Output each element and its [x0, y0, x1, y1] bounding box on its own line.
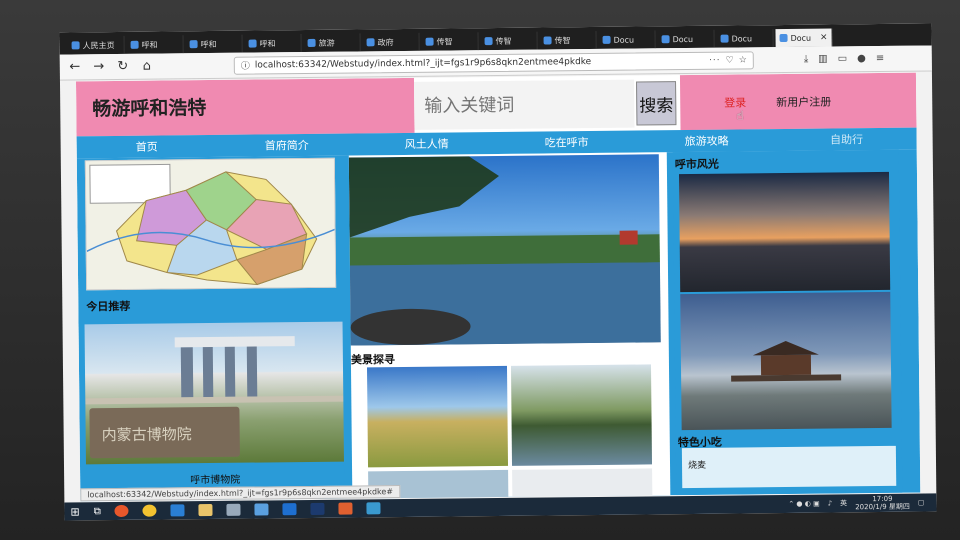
tab-active[interactable]: Docu × — [775, 28, 833, 48]
mail-icon[interactable] — [254, 503, 269, 516]
content-area: 今日推荐 内蒙古博物院 呼市博物院 美景探寻 呼市风光 特色小吃 烧麦 — [76, 149, 921, 502]
page-actions-icon[interactable]: ··· — [709, 55, 721, 65]
file-explorer-icon[interactable] — [198, 503, 213, 517]
page-icon — [543, 36, 552, 45]
account-area: 登录 新用户注册 — [679, 72, 917, 131]
clock-date: 2020/1/9 星期四 — [855, 502, 910, 512]
account-icon[interactable]: ● — [857, 53, 866, 64]
page-icon — [720, 34, 729, 43]
page-icon — [189, 40, 198, 49]
page-icon — [779, 33, 788, 43]
toolbar-right: ⤓ ▥ ▭ ● ≡ — [804, 53, 885, 65]
page-icon — [425, 37, 434, 46]
tab-5[interactable]: 政府 — [362, 32, 420, 52]
url-text: localhost:63342/Webstudy/index.html?_ijt… — [254, 56, 592, 71]
scenery-title: 美景探寻 — [350, 353, 395, 367]
firefox-icon[interactable] — [114, 504, 129, 518]
tab-6[interactable]: 传智 — [421, 32, 479, 51]
menu-item-intro[interactable]: 首府简介 — [217, 136, 357, 153]
forward-icon[interactable]: → — [92, 59, 106, 74]
notification-icon[interactable]: ▢ — [918, 499, 925, 507]
tab-4[interactable]: 旅游 — [303, 33, 361, 53]
app-icon-2[interactable] — [366, 502, 381, 515]
search-input[interactable] — [414, 79, 635, 130]
tab-10[interactable]: Docu — [657, 29, 715, 49]
pavilion-image[interactable] — [680, 291, 892, 431]
tab-2[interactable]: 呼和 — [185, 34, 243, 54]
screen: 人民主页 呼和 呼和 呼和 旅游 政府 传智 传智 传智 Docu Docu D… — [59, 23, 937, 521]
tab-11[interactable]: Docu — [716, 29, 774, 48]
tab-9[interactable]: Docu — [598, 30, 656, 49]
lake-image[interactable] — [348, 154, 661, 346]
page-icon — [307, 38, 316, 47]
museum-image[interactable]: 内蒙古博物院 — [84, 321, 344, 465]
info-icon[interactable]: ⓘ — [241, 59, 250, 72]
clock[interactable]: 17:09 2020/1/9 星期四 — [855, 495, 910, 512]
menu-item-guide[interactable]: 旅游攻略 — [637, 132, 777, 149]
tab-1[interactable]: 呼和 — [126, 35, 184, 54]
scenery-image-4[interactable] — [512, 468, 653, 500]
snack-item[interactable]: 烧麦 — [688, 458, 706, 471]
back-icon[interactable]: ← — [68, 59, 82, 74]
hand-cursor-icon: ☝ — [736, 108, 744, 123]
middle-column: 美景探寻 — [348, 152, 671, 502]
page-icon — [366, 38, 375, 47]
menu-item-home[interactable]: 首页 — [77, 138, 217, 155]
close-tab-icon[interactable]: × — [820, 33, 828, 43]
task-view-icon[interactable]: ⧉ — [94, 506, 101, 517]
menu-item-customs[interactable]: 风土人情 — [357, 135, 497, 152]
sidebar-icon[interactable]: ▭ — [838, 53, 848, 64]
library-icon[interactable]: ▥ — [818, 54, 828, 65]
page-icon — [71, 41, 80, 50]
tab-0[interactable]: 人民主页 — [67, 35, 125, 55]
reload-icon[interactable]: ↻ — [116, 59, 130, 74]
page-viewport: 畅游呼和浩特 搜索 登录 新用户注册 ☝ 首页 首府简介 风土人情 吃在呼市 旅… — [75, 72, 921, 502]
menu-item-selfguided[interactable]: 自助行 — [777, 131, 917, 148]
search-button[interactable]: 搜索 — [636, 81, 677, 126]
bookmark-star-icon[interactable]: ☆ — [739, 55, 747, 65]
menu-icon[interactable]: ≡ — [876, 53, 885, 64]
edge-icon[interactable] — [170, 504, 185, 517]
site-header: 畅游呼和浩特 搜索 登录 新用户注册 ☝ — [75, 72, 917, 137]
chrome-icon[interactable] — [142, 504, 157, 517]
app-icon[interactable] — [338, 502, 353, 515]
ime-indicator[interactable]: 英 — [840, 498, 847, 508]
register-link[interactable]: 新用户注册 — [776, 93, 831, 110]
city-map-image[interactable] — [84, 157, 337, 291]
tab-7[interactable]: 传智 — [480, 31, 538, 51]
ie-icon[interactable] — [282, 503, 297, 516]
page-icon — [484, 37, 493, 46]
home-icon[interactable]: ⌂ — [140, 59, 154, 74]
city-view-title: 呼市风光 — [674, 157, 719, 172]
sunset-image[interactable] — [678, 171, 891, 293]
store-icon[interactable] — [226, 503, 241, 516]
system-tray: ⌃ ● ◐ ▣ ♪ 英 17:09 2020/1/9 星期四 ▢ — [788, 494, 936, 512]
museum-sign-text: 内蒙古博物院 — [102, 425, 192, 444]
page-icon — [661, 35, 670, 44]
page-icon — [130, 40, 139, 49]
tab-3[interactable]: 呼和 — [244, 34, 302, 53]
snack-panel — [681, 445, 897, 489]
download-icon[interactable]: ⤓ — [804, 54, 809, 65]
volume-icon[interactable]: ♪ — [828, 500, 833, 508]
page-icon — [602, 35, 611, 44]
today-recommend-title: 今日推荐 — [86, 299, 131, 314]
pocket-icon[interactable]: ♡ — [726, 55, 734, 65]
right-column: 呼市风光 特色小吃 烧麦 — [672, 149, 903, 496]
grassland-image[interactable] — [366, 365, 509, 468]
pond-image[interactable] — [510, 364, 653, 466]
left-column: 今日推荐 内蒙古博物院 呼市博物院 — [83, 156, 345, 502]
address-bar[interactable]: ⓘ localhost:63342/Webstudy/index.html?_i… — [233, 50, 754, 75]
page-icon — [248, 39, 257, 48]
windows-start-icon[interactable]: ⊞ — [70, 505, 79, 518]
tray-icons[interactable]: ⌃ ● ◐ ▣ — [788, 500, 819, 508]
site-logo[interactable]: 畅游呼和浩特 — [75, 77, 415, 137]
menu-item-food[interactable]: 吃在呼市 — [497, 134, 637, 151]
photoshop-icon[interactable] — [310, 502, 325, 515]
tab-8[interactable]: 传智 — [539, 30, 597, 50]
